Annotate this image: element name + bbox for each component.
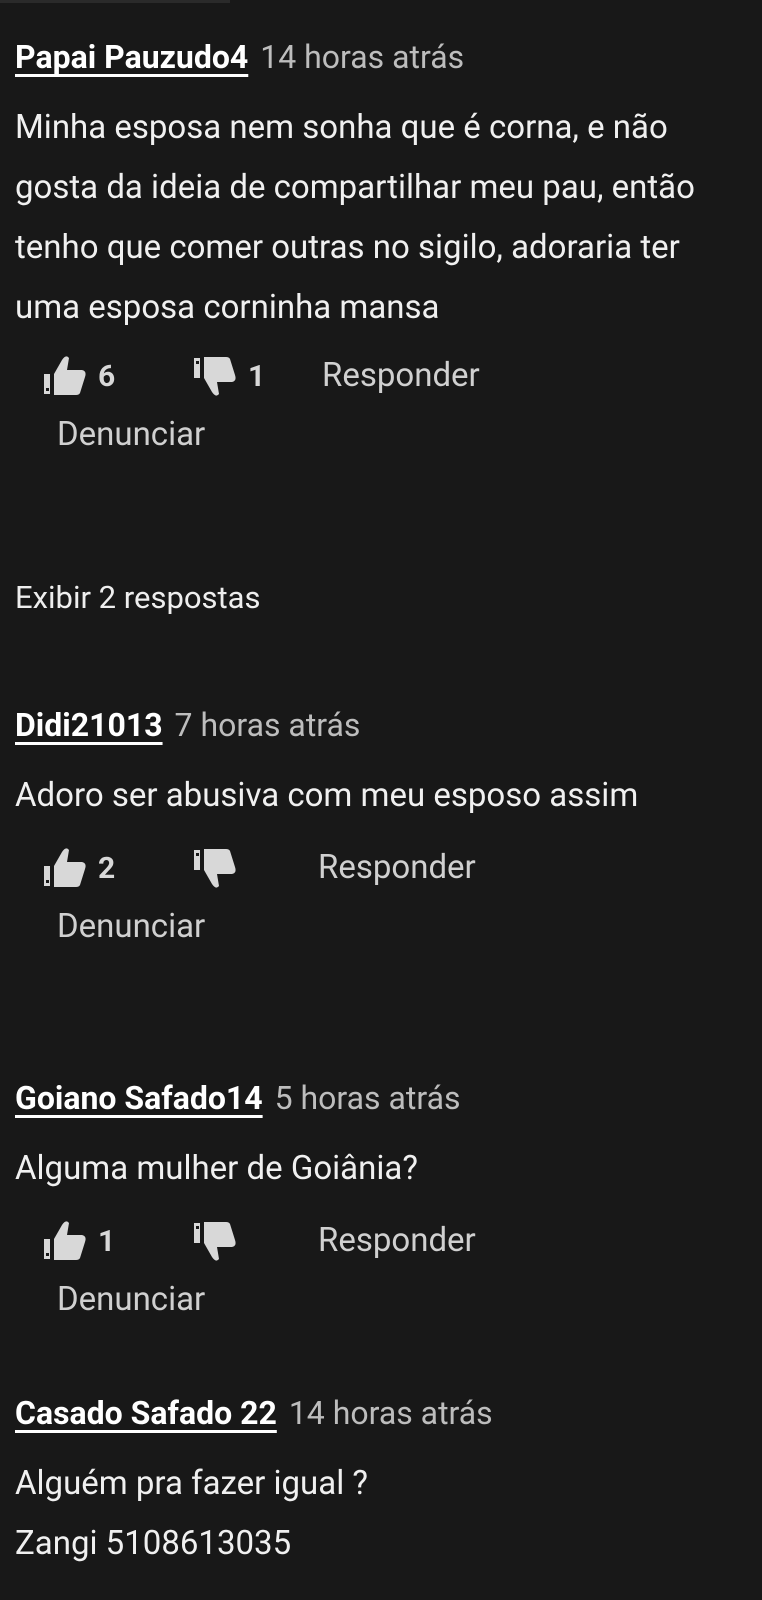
comment-text: Alguma mulher de Goiânia? bbox=[15, 1149, 418, 1188]
like-count: 6 bbox=[98, 358, 116, 394]
thumbs-down-icon bbox=[190, 1219, 240, 1263]
report-button[interactable]: Denunciar bbox=[57, 1280, 205, 1319]
dislike-button[interactable] bbox=[190, 1219, 248, 1263]
like-count: 2 bbox=[98, 850, 116, 886]
comment-text: Minha esposa nem sonha que é corna, e nã… bbox=[15, 108, 695, 327]
comment-time: 7 horas atrás bbox=[174, 706, 361, 744]
comment-text: Adoro ser abusiva com meu esposo assim bbox=[15, 776, 639, 815]
dislike-button[interactable] bbox=[190, 846, 248, 890]
dislike-button[interactable]: 1 bbox=[190, 354, 265, 398]
like-button[interactable]: 1 bbox=[40, 1219, 115, 1263]
comments-page: Papai Pauzudo4 14 horas atrás Minha espo… bbox=[0, 0, 762, 1600]
comment-time: 14 horas atrás bbox=[288, 1394, 493, 1432]
show-replies-link[interactable]: Exibir 2 respostas bbox=[15, 579, 261, 616]
comment-actions: 6 1 Responder Denunciar bbox=[0, 354, 762, 474]
report-button[interactable]: Denunciar bbox=[57, 415, 205, 454]
comment-item: Papai Pauzudo4 14 horas atrás Minha espo… bbox=[0, 38, 762, 474]
thumbs-down-icon bbox=[190, 354, 240, 398]
comment-time: 14 horas atrás bbox=[260, 38, 465, 76]
reply-button[interactable]: Responder bbox=[322, 356, 480, 395]
like-button[interactable]: 6 bbox=[40, 354, 115, 398]
comment-author-link[interactable]: Casado Safado 22 bbox=[15, 1394, 277, 1432]
comment-author-link[interactable]: Papai Pauzudo4 bbox=[15, 38, 248, 76]
thumbs-up-icon bbox=[40, 846, 90, 890]
comment-actions: 1 Responder Denunciar bbox=[0, 1219, 762, 1339]
thumbs-up-icon bbox=[40, 1219, 90, 1263]
comment-author-link[interactable]: Didi21013 bbox=[15, 706, 163, 744]
like-button[interactable]: 2 bbox=[40, 846, 115, 890]
comment-item: Casado Safado 22 14 horas atrás Alguém p… bbox=[0, 1394, 762, 1574]
comment-time: 5 horas atrás bbox=[274, 1079, 461, 1117]
comment-header: Papai Pauzudo4 14 horas atrás bbox=[0, 38, 762, 84]
comment-item: Didi21013 7 horas atrás Adoro ser abusiv… bbox=[0, 706, 762, 966]
thumbs-up-icon bbox=[40, 354, 90, 398]
top-divider bbox=[0, 0, 230, 3]
thumbs-down-icon bbox=[190, 846, 240, 890]
comment-actions: 2 Responder Denunciar bbox=[0, 846, 762, 966]
comment-header: Goiano Safado14 5 horas atrás bbox=[0, 1079, 762, 1125]
report-button[interactable]: Denunciar bbox=[57, 907, 205, 946]
reply-button[interactable]: Responder bbox=[318, 848, 476, 887]
comment-header: Didi21013 7 horas atrás bbox=[0, 706, 762, 752]
comment-header: Casado Safado 22 14 horas atrás bbox=[0, 1394, 762, 1440]
comment-item: Goiano Safado14 5 horas atrás Alguma mul… bbox=[0, 1079, 762, 1339]
like-count: 1 bbox=[98, 1223, 116, 1259]
dislike-count: 1 bbox=[248, 358, 266, 394]
comment-text: Alguém pra fazer igual ? Zangi 510861303… bbox=[15, 1464, 369, 1563]
comment-author-link[interactable]: Goiano Safado14 bbox=[15, 1079, 263, 1117]
reply-button[interactable]: Responder bbox=[318, 1221, 476, 1260]
